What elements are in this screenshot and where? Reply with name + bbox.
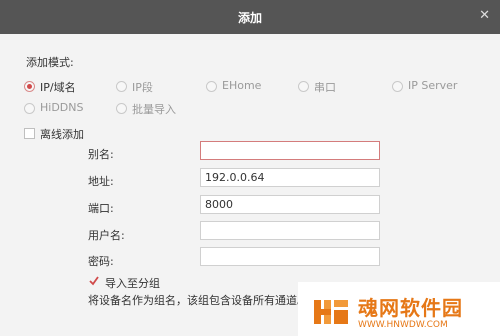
radio-ip-domain-label: IP/域名 <box>40 81 76 94</box>
offline-add-label: 离线添加 <box>40 128 84 141</box>
alias-label: 别名: <box>88 148 114 161</box>
radio-ip-domain[interactable] <box>24 81 35 92</box>
radio-ehome[interactable] <box>206 81 217 92</box>
checkmark-icon <box>89 276 99 286</box>
password-label: 密码: <box>88 255 114 268</box>
address-label: 地址: <box>88 175 114 188</box>
dialog-title: 添加 <box>237 11 262 25</box>
radio-serial-port-label: 串口 <box>314 81 336 94</box>
radio-ip-segment-label: IP段 <box>132 81 153 94</box>
radio-ip-server[interactable] <box>392 81 403 92</box>
group-note: 将设备名作为组名，该组包含设备所有通道。 <box>88 294 308 307</box>
username-input[interactable] <box>200 221 380 240</box>
radio-serial-port[interactable] <box>298 81 309 92</box>
watermark-logo-icon <box>312 296 350 328</box>
username-label: 用户名: <box>88 229 125 242</box>
radio-ehome-label: EHome <box>222 79 262 92</box>
port-input[interactable] <box>200 195 380 214</box>
close-icon[interactable]: ✕ <box>479 8 490 23</box>
title-bar: 添加 ✕ <box>0 0 500 34</box>
offline-add-checkbox[interactable] <box>24 128 35 139</box>
alias-input[interactable] <box>200 141 380 160</box>
radio-hiddns[interactable] <box>24 103 35 114</box>
radio-ip-segment[interactable] <box>116 81 127 92</box>
radio-batch-import[interactable] <box>116 103 127 114</box>
watermark-url: WWW.HNWDW.COM <box>358 320 448 330</box>
add-mode-heading: 添加模式: <box>26 56 74 69</box>
radio-hiddns-label: HiDDNS <box>40 101 84 114</box>
radio-ip-server-label: IP Server <box>408 79 458 92</box>
address-input[interactable] <box>200 168 380 187</box>
radio-batch-import-label: 批量导入 <box>132 103 176 116</box>
password-input[interactable] <box>200 247 380 266</box>
watermark-brand: 魂网软件园 <box>358 296 463 320</box>
watermark: 魂网软件园 WWW.HNWDW.COM <box>298 282 500 336</box>
import-group-label: 导入至分组 <box>105 277 160 290</box>
import-group-checkbox[interactable] <box>89 276 99 286</box>
port-label: 端口: <box>88 202 114 215</box>
